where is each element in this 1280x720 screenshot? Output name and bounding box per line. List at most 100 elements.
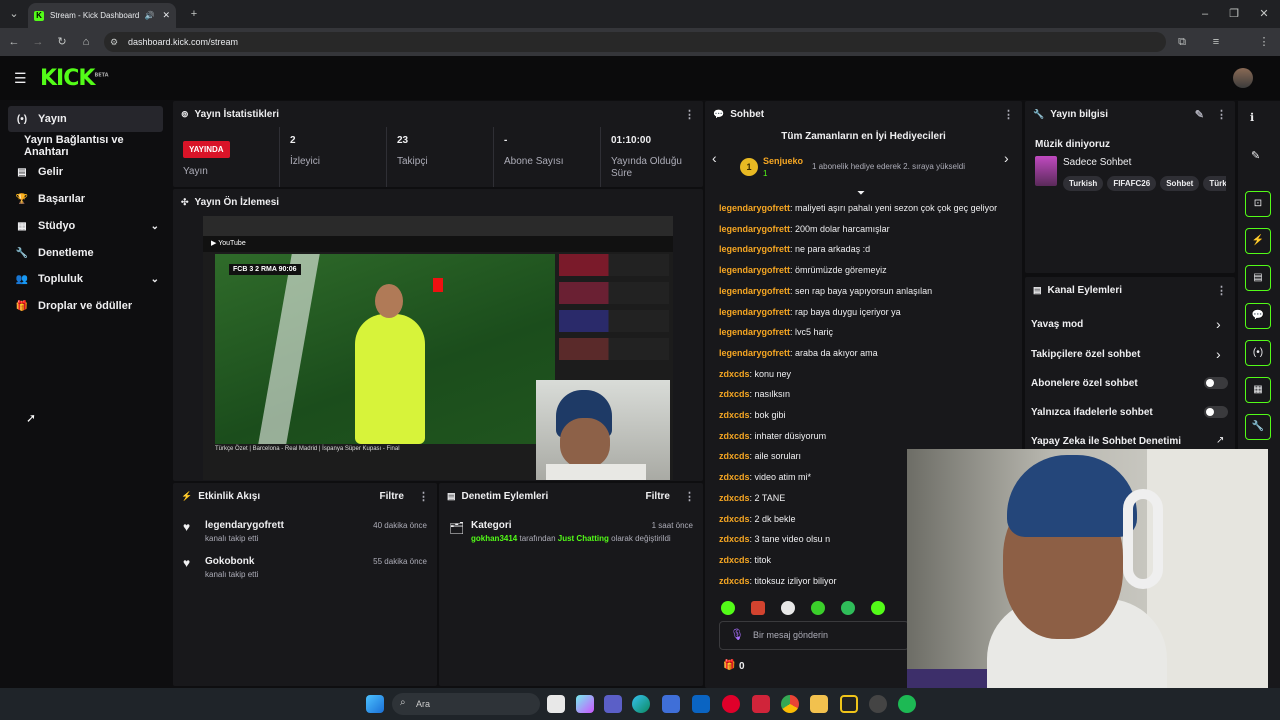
sidebar-item-yayin[interactable]: (•) Yayın [8, 106, 163, 132]
site-info-icon[interactable]: ⚙ [110, 32, 118, 52]
tab-search-icon[interactable]: ⌄ [6, 6, 22, 22]
kick-logo[interactable]: KICKBETA [40, 66, 109, 91]
slow-mode-label[interactable]: Yavaş mod [1031, 319, 1083, 330]
tag[interactable]: FIFAFC26 [1107, 176, 1157, 191]
user-avatar[interactable] [1233, 68, 1253, 88]
rail-screen-button[interactable]: ⊡ [1245, 191, 1271, 217]
chat-username[interactable]: zdxcds [719, 451, 750, 461]
sidebar-item-droplar[interactable]: 🎁 Droplar ve ödüller [8, 293, 163, 319]
opera-icon[interactable] [722, 695, 740, 713]
chat-username[interactable]: zdxcds [719, 410, 750, 420]
taskbar-search[interactable]: ⌕ Ara [392, 693, 540, 715]
subs-only-toggle[interactable] [1204, 377, 1228, 389]
tab-close-icon[interactable]: ✕ [162, 10, 170, 21]
followers-only-label[interactable]: Takipçilere özel sohbet [1031, 349, 1140, 360]
app-icon[interactable] [840, 695, 858, 713]
football-video[interactable]: FCB 3 2 RMA 90:06 [215, 254, 555, 444]
moderation-category[interactable]: Just Chatting [558, 534, 609, 543]
chat-username[interactable]: legendarygofrett [719, 327, 790, 337]
sidebar-item-gelir[interactable]: ▤ Gelir [8, 159, 163, 185]
rail-bolt-button[interactable]: ⚡ [1245, 228, 1271, 254]
chat-username[interactable]: zdxcds [719, 493, 750, 503]
new-tab-icon[interactable]: + [186, 6, 202, 22]
rail-wrench-button[interactable]: 🔧 [1245, 414, 1271, 440]
chat-username[interactable]: zdxcds [719, 472, 750, 482]
minimize-icon[interactable]: – [1197, 6, 1213, 22]
browser-tab[interactable]: K Stream - Kick Dashboard 🔊 ✕ [28, 3, 176, 28]
activity-user[interactable]: legendarygofrett [205, 520, 284, 531]
rail-broadcast-button[interactable]: (•) [1245, 340, 1271, 366]
chat-username[interactable]: legendarygofrett [719, 244, 790, 254]
emote-icon[interactable] [781, 601, 795, 615]
spotify-icon[interactable] [898, 695, 916, 713]
chevron-right-icon[interactable]: › [1216, 346, 1221, 362]
sidebar-item-basarilar[interactable]: 🏆 Başarılar [8, 186, 163, 212]
ai-moderation-label[interactable]: Yapay Zeka ile Sohbet Denetimi [1031, 436, 1181, 447]
chat-username[interactable]: zdxcds [719, 534, 750, 544]
chat-username[interactable]: zdxcds [719, 389, 750, 399]
chat-username[interactable]: legendarygofrett [719, 286, 790, 296]
address-bar[interactable]: ⚙ dashboard.kick.com/stream [104, 32, 1166, 52]
store-icon[interactable] [662, 695, 680, 713]
emotes-only-toggle[interactable] [1204, 406, 1228, 418]
points-icon[interactable]: 🎁 [723, 660, 735, 671]
app-w-icon[interactable] [752, 695, 770, 713]
copilot-icon[interactable] [576, 695, 594, 713]
outlook-icon[interactable] [692, 695, 710, 713]
back-icon[interactable]: ← [6, 34, 22, 50]
gifter-name[interactable]: Senjueko [763, 156, 803, 166]
activity-filter-button[interactable]: Filtre [380, 491, 404, 502]
media-icon[interactable]: ≡ [1208, 34, 1224, 50]
chat-username[interactable]: zdxcds [719, 369, 750, 379]
stream-category[interactable]: Sadece Sohbet [1063, 157, 1131, 168]
sidebar-item-studyo[interactable]: ▦ Stüdyo ⌄ [8, 213, 163, 239]
chat-menu-icon[interactable]: ⋮ [1003, 108, 1014, 121]
info-icon[interactable]: ℹ [1250, 111, 1254, 124]
chevron-right-icon[interactable]: › [1004, 150, 1009, 166]
chat-username[interactable]: legendarygofrett [719, 307, 790, 317]
browser-menu-icon[interactable]: ⋮ [1256, 34, 1272, 50]
moderation-user[interactable]: gokhan3414 [471, 534, 517, 543]
activity-user[interactable]: Gokobonk [205, 556, 254, 567]
emote-icon[interactable] [841, 601, 855, 615]
emote-icon[interactable] [871, 601, 885, 615]
chevron-right-icon[interactable]: › [1216, 316, 1221, 332]
edit-icon[interactable]: ✎ [1195, 108, 1204, 121]
rail-layout-button[interactable]: ▦ [1245, 377, 1271, 403]
reload-icon[interactable]: ↻ [54, 34, 70, 50]
close-window-icon[interactable]: ✕ [1256, 6, 1272, 22]
sidebar-item-denetleme[interactable]: 🔧 Denetleme [8, 240, 163, 266]
moderation-filter-button[interactable]: Filtre [646, 491, 670, 502]
chat-input[interactable]: 🎙 Bir mesaj gönderin [719, 621, 909, 650]
emote-icon[interactable] [751, 601, 765, 615]
external-link-icon[interactable]: ↗ [1216, 435, 1224, 446]
sidebar-item-stream-key[interactable]: Yayın Bağlantısı ve Anahtarı [8, 133, 163, 159]
chat-username[interactable]: zdxcds [719, 576, 750, 586]
task-view-icon[interactable] [547, 695, 565, 713]
rail-chat-button[interactable]: 💬 [1245, 303, 1271, 329]
tag[interactable]: Sohbet [1160, 176, 1200, 191]
rail-document-button[interactable]: ▤ [1245, 265, 1271, 291]
tag[interactable]: Turkish [1063, 176, 1104, 191]
chat-username[interactable]: legendarygofrett [719, 348, 790, 358]
extensions-icon[interactable]: ⧉ [1174, 34, 1190, 50]
stats-menu-icon[interactable]: ⋮ [684, 108, 695, 121]
edit-icon[interactable]: ✎ [1251, 149, 1260, 162]
teams-icon[interactable] [604, 695, 622, 713]
edge-icon[interactable] [632, 695, 650, 713]
windows-start-icon[interactable] [366, 695, 384, 713]
moderation-menu-icon[interactable]: ⋮ [684, 490, 695, 503]
hamburger-menu-icon[interactable]: ☰ [14, 70, 27, 87]
chat-username[interactable]: zdxcds [719, 555, 750, 565]
stream-info-menu-icon[interactable]: ⋮ [1216, 108, 1227, 121]
collapse-icon[interactable]: ⏷ [857, 188, 865, 199]
chat-username[interactable]: legendarygofrett [719, 265, 790, 275]
chat-username[interactable]: zdxcds [719, 431, 750, 441]
forward-icon[interactable]: → [30, 34, 46, 50]
sidebar-item-topluluk[interactable]: 👥 Topluluk ⌄ [8, 266, 163, 292]
preview-video[interactable]: ▶ YouTube FCB 3 2 RMA 90:06 Türkçe Özet … [203, 216, 673, 480]
app-icon[interactable] [869, 695, 887, 713]
channel-actions-menu-icon[interactable]: ⋮ [1216, 284, 1227, 297]
category-thumbnail[interactable] [1035, 156, 1057, 186]
emote-icon[interactable] [721, 601, 735, 615]
